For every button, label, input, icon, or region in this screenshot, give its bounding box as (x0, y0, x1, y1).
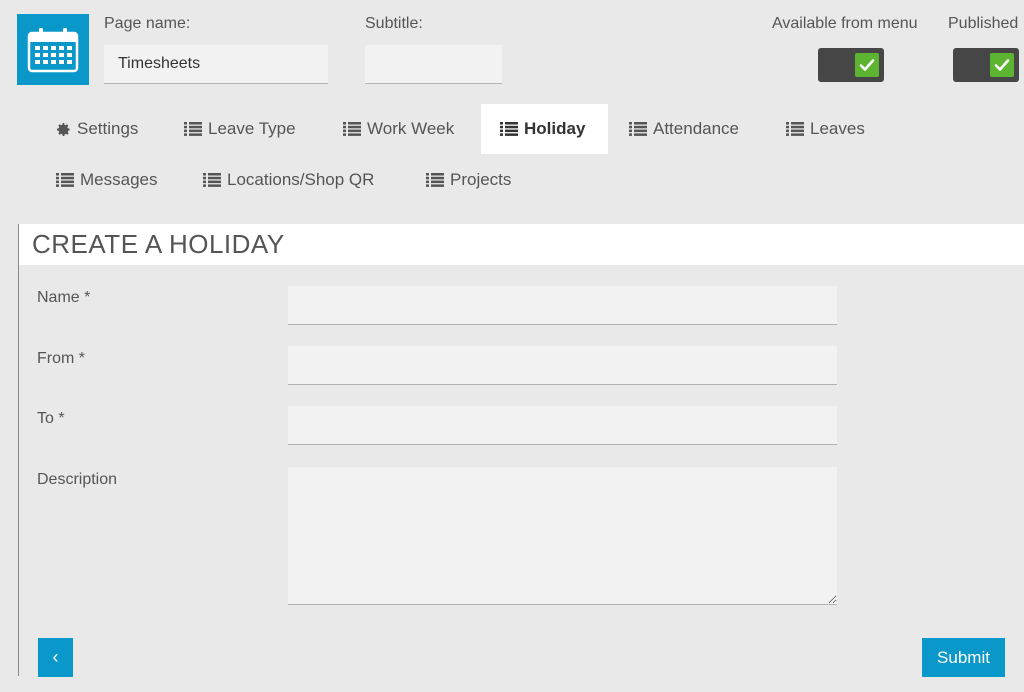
to-label: To * (37, 410, 65, 427)
tab-leaves[interactable]: Leaves (767, 104, 884, 154)
list-icon (426, 173, 444, 187)
list-icon (203, 173, 221, 187)
back-button[interactable]: ‹ (38, 638, 73, 677)
name-label: Name * (37, 289, 91, 306)
tab-leaves-label: Leaves (810, 119, 865, 138)
subtitle-input[interactable] (365, 45, 502, 84)
list-icon (500, 122, 518, 136)
tab-holiday-label: Holiday (524, 119, 586, 138)
page: Page name: Subtitle: Available from menu… (0, 0, 1024, 692)
published-toggle[interactable] (953, 48, 1019, 82)
tab-attendance[interactable]: Attendance (610, 104, 758, 154)
name-input[interactable] (288, 286, 837, 325)
tab-settings[interactable]: Settings (37, 104, 157, 154)
to-date-input[interactable] (288, 406, 837, 445)
check-icon (990, 53, 1014, 77)
page-name-label: Page name: (104, 15, 191, 32)
description-textarea[interactable] (288, 467, 837, 605)
tab-holiday[interactable]: Holiday (481, 104, 608, 154)
tab-projects-label: Projects (450, 170, 512, 189)
subtitle-label: Subtitle: (365, 15, 423, 32)
tab-messages-label: Messages (80, 170, 158, 189)
panel-border (18, 224, 19, 676)
published-label: Published (948, 15, 1019, 32)
calendar-icon (17, 14, 89, 85)
from-date-input[interactable] (288, 346, 837, 385)
submit-button[interactable]: Submit (922, 638, 1005, 677)
available-from-menu-toggle[interactable] (818, 48, 884, 82)
available-from-menu-label: Available from menu (772, 15, 918, 32)
list-icon (343, 122, 361, 136)
tab-work-week-label: Work Week (367, 119, 455, 138)
tab-settings-label: Settings (77, 119, 139, 138)
description-label: Description (37, 471, 118, 488)
tab-work-week[interactable]: Work Week (324, 104, 473, 154)
check-icon (855, 53, 879, 77)
list-icon (56, 173, 74, 187)
list-icon (786, 122, 804, 136)
tab-leave-type-label: Leave Type (208, 119, 296, 138)
tab-locations-shop-qr[interactable]: Locations/Shop QR (184, 155, 393, 205)
tab-leave-type[interactable]: Leave Type (165, 104, 315, 154)
tab-messages[interactable]: Messages (37, 155, 176, 205)
form-title: CREATE A HOLIDAY (19, 224, 1024, 265)
tab-locations-shop-qr-label: Locations/Shop QR (227, 170, 375, 189)
tab-projects[interactable]: Projects (407, 155, 530, 205)
list-icon (184, 122, 202, 136)
from-label: From * (37, 350, 85, 367)
tab-attendance-label: Attendance (653, 119, 740, 138)
list-icon (629, 122, 647, 136)
gear-icon (56, 122, 71, 137)
page-name-input[interactable] (104, 45, 328, 84)
